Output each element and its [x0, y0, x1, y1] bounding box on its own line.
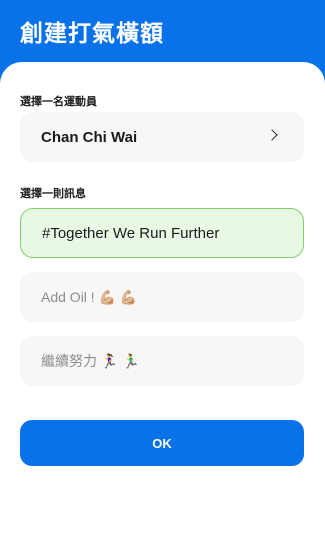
header-bar: 創建打氣橫額 [0, 0, 325, 70]
athlete-selector[interactable]: Chan Chi Wai [20, 112, 304, 162]
message-option-keep-going[interactable]: 繼續努力 🏃‍♀️ 🏃‍♂️ [20, 336, 304, 386]
ok-button[interactable]: OK [20, 420, 304, 466]
athlete-section-label: 選擇一名運動員 [20, 95, 97, 108]
message-option-label: Add Oil ! 💪🏼 💪🏼 [41, 288, 138, 305]
chevron-right-icon [266, 129, 278, 141]
message-section-label: 選擇一則訊息 [20, 187, 86, 200]
message-option-label: 繼續努力 🏃‍♀️ 🏃‍♂️ [41, 353, 140, 369]
message-option-together[interactable]: #Together We Run Further [20, 208, 304, 258]
selected-athlete-name: Chan Chi Wai [41, 128, 138, 146]
message-option-add-oil[interactable]: Add Oil ! 💪🏼 💪🏼 [20, 272, 304, 322]
page-title: 創建打氣橫額 [20, 21, 164, 47]
message-option-label: #Together We Run Further [42, 224, 220, 242]
